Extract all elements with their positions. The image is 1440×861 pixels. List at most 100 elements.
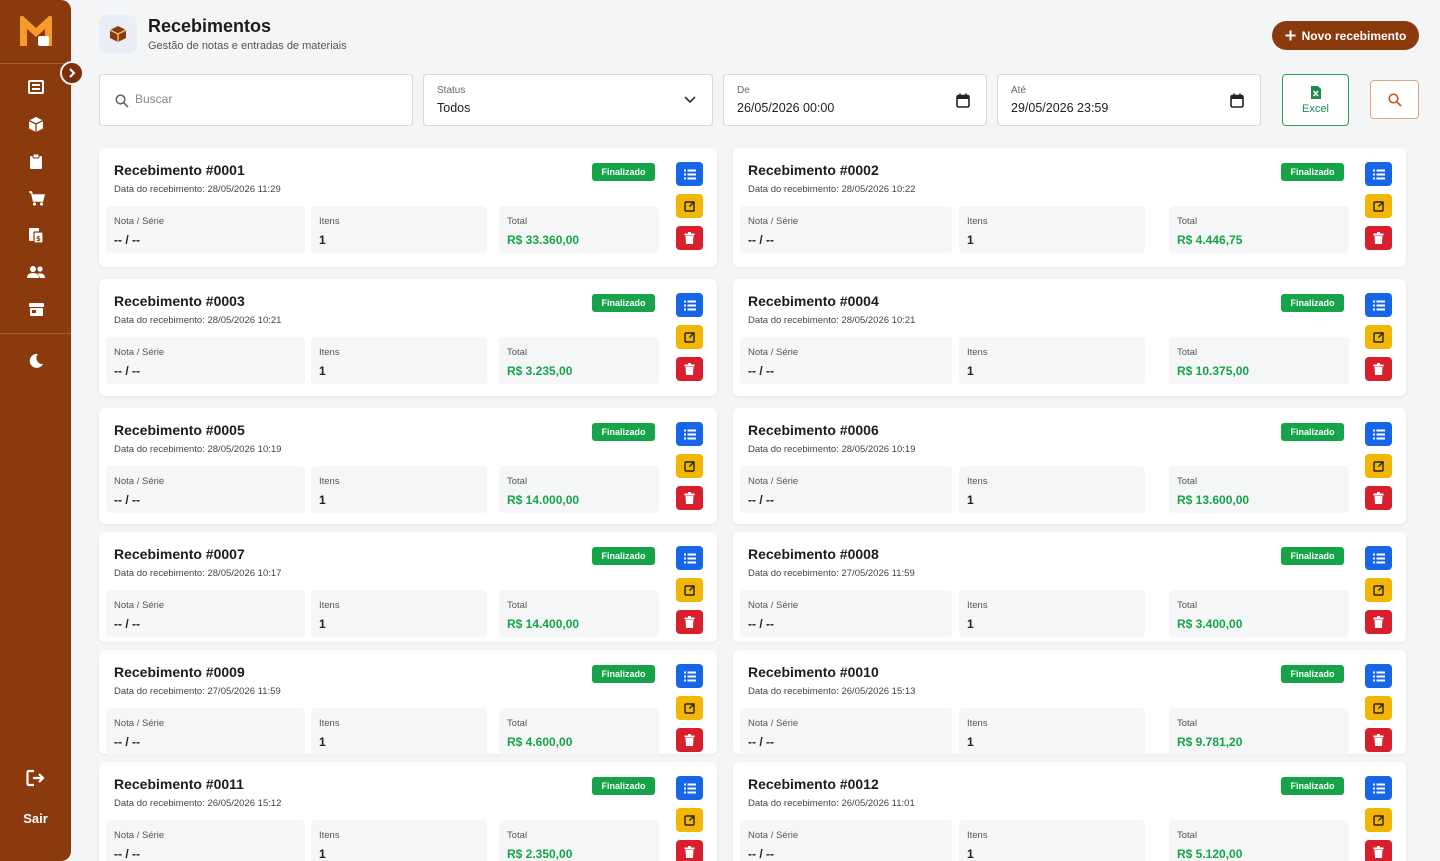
view-items-button[interactable] <box>1365 162 1392 186</box>
view-items-button[interactable] <box>676 664 703 688</box>
status-badge: Finalizado <box>592 163 655 181</box>
receipt-date-prefix: Data do recebimento: <box>748 444 842 455</box>
receipt-date-prefix: Data do recebimento: <box>114 444 208 455</box>
view-items-button[interactable] <box>676 293 703 317</box>
view-items-button[interactable] <box>676 776 703 800</box>
edit-button[interactable] <box>1365 325 1392 349</box>
sidebar-toggle-button[interactable] <box>60 61 84 85</box>
view-items-button[interactable] <box>676 162 703 186</box>
nota-serie-box: Nota / Série -- / -- <box>106 590 305 637</box>
view-items-button[interactable] <box>1365 293 1392 317</box>
search-field[interactable] <box>99 74 413 126</box>
receipt-card[interactable]: Recebimento #0009 Data do recebimento: 27… <box>99 650 717 755</box>
receipt-card[interactable]: Recebimento #0005 Data do recebimento: 28… <box>99 408 717 524</box>
app-logo[interactable] <box>18 14 54 48</box>
delete-button[interactable] <box>1365 486 1392 510</box>
trash-icon <box>684 734 695 746</box>
view-items-button[interactable] <box>1365 776 1392 800</box>
itens-box: Itens 1 <box>959 337 1145 384</box>
edit-button[interactable] <box>1365 194 1392 218</box>
view-items-button[interactable] <box>676 422 703 446</box>
sidebar-item-stores[interactable] <box>23 297 49 321</box>
view-items-button[interactable] <box>1365 664 1392 688</box>
edit-button[interactable] <box>676 578 703 602</box>
receipt-card[interactable]: Recebimento #0003 Data do recebimento: 28… <box>99 279 717 396</box>
view-items-button[interactable] <box>1365 546 1392 570</box>
itens-label: Itens <box>967 600 988 611</box>
delete-button[interactable] <box>1365 840 1392 861</box>
edit-button[interactable] <box>1365 454 1392 478</box>
trash-icon <box>1373 616 1384 628</box>
edit-button[interactable] <box>676 454 703 478</box>
receipt-card[interactable]: Recebimento #0007 Data do recebimento: 28… <box>99 532 717 642</box>
sidebar-item-orders[interactable] <box>23 149 49 173</box>
nota-serie-label: Nota / Série <box>748 718 799 729</box>
delete-button[interactable] <box>676 728 703 752</box>
date-from-field[interactable]: De 26/05/2026 00:00 <box>723 74 987 126</box>
delete-button[interactable] <box>1365 226 1392 250</box>
total-box: Total R$ 13.600,00 <box>1169 466 1349 513</box>
dark-mode-toggle[interactable] <box>23 349 49 373</box>
receipt-card[interactable]: Recebimento #0006 Data do recebimento: 28… <box>733 408 1406 524</box>
status-select[interactable]: Status Todos <box>423 74 713 126</box>
view-items-button[interactable] <box>676 546 703 570</box>
delete-button[interactable] <box>1365 357 1392 381</box>
nota-serie-label: Nota / Série <box>114 347 165 358</box>
receipt-card[interactable]: Recebimento #0002 Data do recebimento: 28… <box>733 148 1406 267</box>
search-button[interactable] <box>1370 80 1419 119</box>
itens-box: Itens 1 <box>959 590 1145 637</box>
total-box: Total R$ 2.350,00 <box>499 820 659 861</box>
nota-serie-label: Nota / Série <box>114 476 165 487</box>
delete-button[interactable] <box>1365 728 1392 752</box>
nota-serie-box: Nota / Série -- / -- <box>106 466 305 513</box>
edit-button[interactable] <box>1365 808 1392 832</box>
total-box: Total R$ 14.400,00 <box>499 590 659 637</box>
receipt-card[interactable]: Recebimento #0010 Data do recebimento: 26… <box>733 650 1406 755</box>
sidebar-item-receipts[interactable] <box>23 112 49 136</box>
list-icon <box>683 429 696 439</box>
edit-button[interactable] <box>676 696 703 720</box>
sidebar-item-users[interactable] <box>23 260 49 284</box>
calendar-icon[interactable] <box>1230 93 1244 108</box>
receipt-card[interactable]: Recebimento #0004 Data do recebimento: 28… <box>733 279 1406 396</box>
nota-serie-label: Nota / Série <box>114 830 165 841</box>
edit-button[interactable] <box>676 808 703 832</box>
new-receipt-button[interactable]: Novo recebimento <box>1272 21 1419 50</box>
calendar-icon[interactable] <box>956 93 970 108</box>
edit-button[interactable] <box>676 194 703 218</box>
itens-box: Itens 1 <box>311 820 487 861</box>
receipt-card[interactable]: Recebimento #0008 Data do recebimento: 27… <box>733 532 1406 642</box>
delete-button[interactable] <box>676 226 703 250</box>
total-value: R$ 14.400,00 <box>507 617 580 631</box>
delete-button[interactable] <box>1365 610 1392 634</box>
receipt-date-prefix: Data do recebimento: <box>748 568 842 579</box>
delete-button[interactable] <box>676 840 703 861</box>
total-box: Total R$ 10.375,00 <box>1169 337 1349 384</box>
users-icon <box>27 266 45 278</box>
edit-button[interactable] <box>1365 696 1392 720</box>
receipt-card[interactable]: Recebimento #0011 Data do recebimento: 26… <box>99 762 717 861</box>
search-input[interactable] <box>135 92 395 106</box>
trash-icon <box>684 616 695 628</box>
receipt-card[interactable]: Recebimento #0012 Data do recebimento: 26… <box>733 762 1406 861</box>
date-to-field[interactable]: Até 29/05/2026 23:59 <box>997 74 1261 126</box>
edit-button[interactable] <box>1365 578 1392 602</box>
sidebar-item-purchases[interactable] <box>23 186 49 210</box>
box-icon <box>109 26 127 42</box>
view-items-button[interactable] <box>1365 422 1392 446</box>
nota-serie-box: Nota / Série -- / -- <box>106 708 305 755</box>
sidebar-item-dashboard[interactable] <box>23 75 49 99</box>
edit-button[interactable] <box>676 325 703 349</box>
itens-value: 1 <box>319 847 326 861</box>
receipt-card[interactable]: Recebimento #0001 Data do recebimento: 28… <box>99 148 717 267</box>
logout-button[interactable] <box>23 766 49 790</box>
delete-button[interactable] <box>676 486 703 510</box>
logout-label[interactable]: Sair <box>0 811 71 826</box>
sidebar-item-invoices[interactable]: $ <box>23 223 49 247</box>
itens-value: 1 <box>319 364 326 378</box>
itens-value: 1 <box>319 233 326 247</box>
delete-button[interactable] <box>676 610 703 634</box>
delete-button[interactable] <box>676 357 703 381</box>
export-excel-button[interactable]: Excel <box>1282 74 1349 126</box>
receipt-date-prefix: Data do recebimento: <box>114 184 208 195</box>
